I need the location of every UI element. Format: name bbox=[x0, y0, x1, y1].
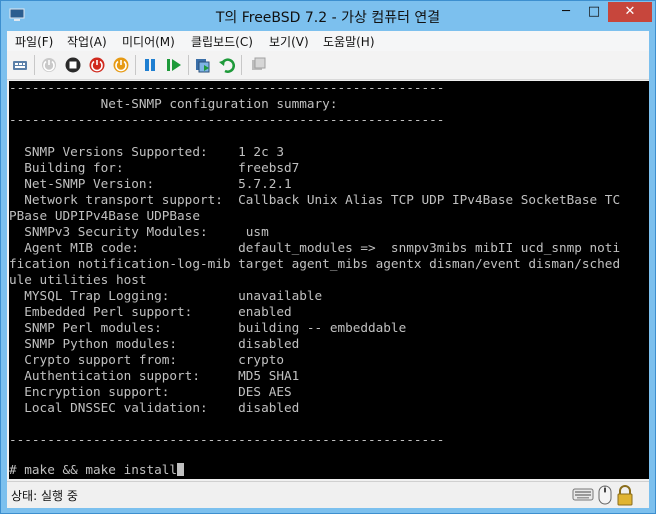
terminal-line: fication notification-log-mib target age… bbox=[9, 256, 621, 271]
save-icon[interactable] bbox=[112, 56, 130, 74]
terminal-command: # make && make install bbox=[9, 462, 178, 477]
menu-clipboard[interactable]: 클립보드(C) bbox=[191, 33, 253, 50]
client-area: 파일(F) 작업(A) 미디어(M) 클립보드(C) 보기(V) 도움말(H) bbox=[7, 31, 649, 508]
terminal-line: MYSQL Trap Logging: unavailable bbox=[9, 288, 323, 303]
terminal-line: Encryption support: DES AES bbox=[9, 384, 292, 399]
terminal-line: Authentication support: MD5 SHA1 bbox=[9, 368, 300, 383]
terminal-line: Crypto support from: crypto bbox=[9, 352, 284, 367]
terminal-line: Building for: freebsd7 bbox=[9, 160, 300, 175]
terminal-line: ----------------------------------------… bbox=[9, 112, 445, 127]
status-bar: 상태: 실행 중 bbox=[7, 481, 649, 508]
terminal-line: Network transport support: Callback Unix… bbox=[9, 192, 621, 207]
minimize-button[interactable]: ─ bbox=[553, 2, 579, 22]
settings-icon[interactable] bbox=[249, 56, 267, 74]
terminal-line: SNMP Versions Supported: 1 2c 3 bbox=[9, 144, 284, 159]
status-text: 상태: 실행 중 bbox=[11, 489, 78, 503]
terminal-line: Embedded Perl support: enabled bbox=[9, 304, 292, 319]
pause-icon[interactable] bbox=[141, 56, 159, 74]
menu-view[interactable]: 보기(V) bbox=[269, 33, 309, 50]
resume-icon[interactable] bbox=[165, 56, 183, 74]
revert-icon[interactable] bbox=[218, 56, 236, 74]
lock-icon bbox=[617, 485, 633, 506]
menu-file[interactable]: 파일(F) bbox=[15, 33, 53, 50]
terminal-line: PBase UDPIPv4Base UDPBase bbox=[9, 208, 200, 223]
terminal-line: SNMPv3 Security Modules: usm bbox=[9, 224, 269, 239]
terminal-line: Local DNSSEC validation: disabled bbox=[9, 400, 300, 415]
menu-help[interactable]: 도움말(H) bbox=[323, 33, 375, 50]
terminal-line: ----------------------------------------… bbox=[9, 81, 445, 95]
ctrl-alt-del-icon[interactable] bbox=[11, 56, 29, 74]
snapshot-icon[interactable] bbox=[194, 56, 212, 74]
terminal-prompt-line: # make && make install bbox=[9, 462, 185, 478]
mouse-icon bbox=[598, 485, 612, 505]
terminal-line: Agent MIB code: default_modules => snmpv… bbox=[9, 240, 621, 255]
close-button[interactable]: ✕ bbox=[608, 2, 652, 22]
menu-action[interactable]: 작업(A) bbox=[67, 33, 107, 50]
turn-off-icon[interactable] bbox=[64, 56, 82, 74]
terminal-line: Net-SNMP configuration summary: bbox=[9, 96, 338, 111]
toolbar bbox=[7, 51, 649, 80]
start-icon[interactable] bbox=[40, 56, 58, 74]
terminal-cursor bbox=[177, 463, 185, 476]
terminal-line: ule utilities host bbox=[9, 272, 147, 287]
maximize-button[interactable]: □ bbox=[581, 2, 607, 22]
keyboard-icon bbox=[572, 488, 594, 501]
title-bar[interactable]: T의 FreeBSD 7.2 - 가상 컴퓨터 연결 ─ □ ✕ bbox=[1, 1, 655, 31]
terminal-line: SNMP Perl modules: building -- embeddabl… bbox=[9, 320, 407, 335]
terminal-line: ----------------------------------------… bbox=[9, 432, 445, 447]
vm-connection-window: T의 FreeBSD 7.2 - 가상 컴퓨터 연결 ─ □ ✕ 파일(F) 작… bbox=[0, 0, 656, 514]
vm-console-screen[interactable]: ----------------------------------------… bbox=[9, 81, 649, 479]
menu-bar: 파일(F) 작업(A) 미디어(M) 클립보드(C) 보기(V) 도움말(H) bbox=[7, 31, 649, 51]
terminal-line: Net-SNMP Version: 5.7.2.1 bbox=[9, 176, 292, 191]
terminal-line: SNMP Python modules: disabled bbox=[9, 336, 300, 351]
shut-down-icon[interactable] bbox=[88, 56, 106, 74]
menu-media[interactable]: 미디어(M) bbox=[122, 33, 175, 50]
